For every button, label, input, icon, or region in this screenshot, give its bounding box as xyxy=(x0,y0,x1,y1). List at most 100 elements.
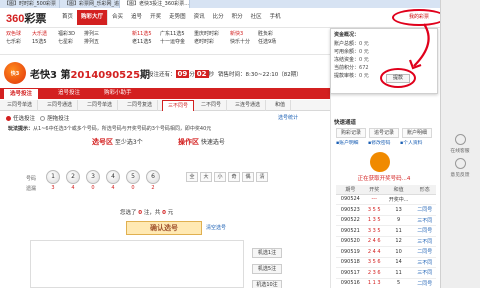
account-row: 冻结资金：0 元 xyxy=(334,57,369,63)
random-pick-button[interactable]: 机选10注 xyxy=(252,280,282,288)
play-type-tab[interactable]: 二同号复选 xyxy=(122,100,159,111)
loading-icon xyxy=(370,152,390,172)
table-row: 090521 3 3 5 11 二同号 xyxy=(336,225,436,237)
account-row: 可用余额：0 元 xyxy=(334,49,369,55)
tab-pick-bet[interactable]: 选号投注 xyxy=(4,88,39,99)
number-ball[interactable]: 4 xyxy=(106,170,120,184)
site-logo[interactable]: 360彩票 xyxy=(6,10,46,26)
lottery-link-group: 福彩3D 七星彩 xyxy=(58,30,75,46)
lottery-link[interactable]: 七乐彩 xyxy=(6,38,21,46)
number-ball[interactable]: 1 xyxy=(46,170,60,184)
clear-pick-link[interactable]: 清空选号 xyxy=(206,224,226,231)
miss-count: 0 xyxy=(131,185,135,191)
nav-mobile[interactable]: 手机 xyxy=(266,10,285,25)
nav-scores[interactable]: 比分 xyxy=(209,10,228,25)
quick-channel-title: 快速通道 xyxy=(334,120,357,126)
quick-pick-button[interactable]: 奇 xyxy=(228,172,240,182)
nav-zhuihao[interactable]: 追号 xyxy=(127,10,146,25)
lottery-link[interactable]: 新11选5 xyxy=(132,30,152,38)
quick-pick-button[interactable]: 偶 xyxy=(242,172,254,182)
account-row: 账户总额：0 元 xyxy=(334,41,369,47)
lottery-link[interactable]: 新快3 xyxy=(230,30,250,38)
change-password-link[interactable]: ▪修改密码 xyxy=(368,139,390,146)
nav-points[interactable]: 积分 xyxy=(228,10,247,25)
number-ball[interactable]: 3 xyxy=(86,170,100,184)
lottery-link[interactable]: 老时时彩 xyxy=(194,38,219,46)
account-row: 提款审核：0 元 xyxy=(334,73,369,79)
nav-trend[interactable]: 走势图 xyxy=(165,10,190,25)
sale-time: 销售时间：8:30~22:10（82期） xyxy=(218,72,302,78)
pick-stats-link[interactable]: 选号统计 xyxy=(278,114,298,121)
nav-hemai[interactable]: 合买 xyxy=(108,10,127,25)
option-label[interactable]: 胆拖投注 xyxy=(47,116,69,122)
lottery-link[interactable]: 排列三 xyxy=(84,30,99,38)
annotation-arrow-icon xyxy=(408,23,430,70)
random-pick-button[interactable]: 机选5注 xyxy=(252,264,282,274)
lottery-link[interactable]: 排列五 xyxy=(84,38,99,46)
play-type-tab[interactable]: 和值 xyxy=(270,100,292,111)
bet-list[interactable] xyxy=(30,240,244,288)
play-type-tab[interactable]: 三同号单选 xyxy=(2,100,39,111)
quick-channel-button[interactable]: 追号记录 xyxy=(369,128,399,138)
profile-link[interactable]: ▪个人资料 xyxy=(400,139,422,146)
browser-tab-active[interactable]: 【图】老快3投注_360彩票... xyxy=(120,0,190,8)
quick-pick-button[interactable]: 大 xyxy=(200,172,212,182)
radio-icon[interactable] xyxy=(40,116,46,121)
option-label[interactable]: 任选投注 xyxy=(13,116,35,122)
online-service-button[interactable]: 在线客服 xyxy=(446,134,474,154)
nav-community[interactable]: 社区 xyxy=(247,10,266,25)
lottery-link[interactable]: 七星彩 xyxy=(58,38,75,46)
countdown-minutes: 09 xyxy=(175,70,190,78)
radio-icon[interactable] xyxy=(6,116,11,121)
lottery-link[interactable]: 老11选5 xyxy=(132,38,152,46)
number-ball[interactable]: 5 xyxy=(126,170,140,184)
feedback-icon xyxy=(454,158,466,169)
lottery-link[interactable]: 胜负彩 xyxy=(258,30,276,38)
table-row: 090520 2 4 6 12 三不同 xyxy=(336,236,436,247)
confirm-pick-button[interactable]: 确认选号 xyxy=(126,221,202,235)
account-detail-link[interactable]: ▪账户明细 xyxy=(336,139,358,146)
number-ball[interactable]: 2 xyxy=(66,170,80,184)
lottery-link[interactable]: 15选5 xyxy=(32,38,47,46)
quick-pick-button[interactable]: 小 xyxy=(214,172,226,182)
play-tip: 玩法提示：从1~6中任选3个或多个号码，所选号码与开奖号码的3个号码相同，即中奖… xyxy=(8,126,212,132)
miss-count: 0 xyxy=(91,185,95,191)
tab-helper[interactable]: 购彩小助手 xyxy=(98,88,138,99)
lottery-link[interactable]: 重庆时时彩 xyxy=(194,30,219,38)
lottery-link-group: 双色球 七乐彩 xyxy=(6,30,21,46)
lottery-link[interactable]: 双色球 xyxy=(6,30,21,38)
play-type-tab[interactable]: 二不同号 xyxy=(196,100,228,111)
lottery-link[interactable]: 福彩3D xyxy=(58,30,75,38)
lottery-link[interactable]: 任选9场 xyxy=(258,38,276,46)
lottery-link[interactable]: 广东11选5 xyxy=(160,30,185,38)
lottery-link[interactable]: 快乐十分 xyxy=(230,38,250,46)
play-type-tab-active[interactable]: 三不同号 xyxy=(162,100,195,111)
nav-lottery-hall[interactable]: 购彩大厅 xyxy=(77,10,108,25)
random-pick-button[interactable]: 机选1注 xyxy=(252,248,282,258)
play-type-tab[interactable]: 三同号通选 xyxy=(42,100,79,111)
play-type-tab[interactable]: 三连号通选 xyxy=(230,100,267,111)
game-badge-icon: 快3 xyxy=(4,62,26,84)
lottery-link-group: 重庆时时彩 老时时彩 xyxy=(194,30,219,46)
miss-count: 4 xyxy=(71,185,75,191)
account-title: 资金概况： xyxy=(334,32,360,38)
nav-home[interactable]: 首页 xyxy=(58,10,77,25)
feedback-button[interactable]: 意见反馈 xyxy=(446,158,474,178)
lottery-link[interactable]: 十一运夺金 xyxy=(160,38,185,46)
selection-summary: 您选了 0 注，共 0 元 xyxy=(120,210,174,216)
quick-channel-button[interactable]: 购彩记录 xyxy=(336,128,366,138)
quick-pick-button[interactable]: 清 xyxy=(256,172,268,182)
tab-chase-bet[interactable]: 追号投注 xyxy=(52,88,86,99)
number-ball[interactable]: 6 xyxy=(146,170,160,184)
nav-kaijiang[interactable]: 开奖 xyxy=(146,10,165,25)
browser-tab[interactable]: 【图】彩票网_乐彩网_追号... xyxy=(60,0,120,8)
table-header: 形态 xyxy=(413,185,436,195)
miss-count: 4 xyxy=(111,185,115,191)
quick-pick-button[interactable]: 全 xyxy=(186,172,198,182)
play-type-tab[interactable]: 二同号单选 xyxy=(82,100,119,111)
mode-bar xyxy=(0,88,330,99)
browser-tab[interactable]: 【图】时时彩_500彩票 xyxy=(0,0,60,8)
lottery-link[interactable]: 大乐透 xyxy=(32,30,47,38)
quick-channel-button[interactable]: 账户明细 xyxy=(402,128,432,138)
nav-news[interactable]: 资讯 xyxy=(190,10,209,25)
